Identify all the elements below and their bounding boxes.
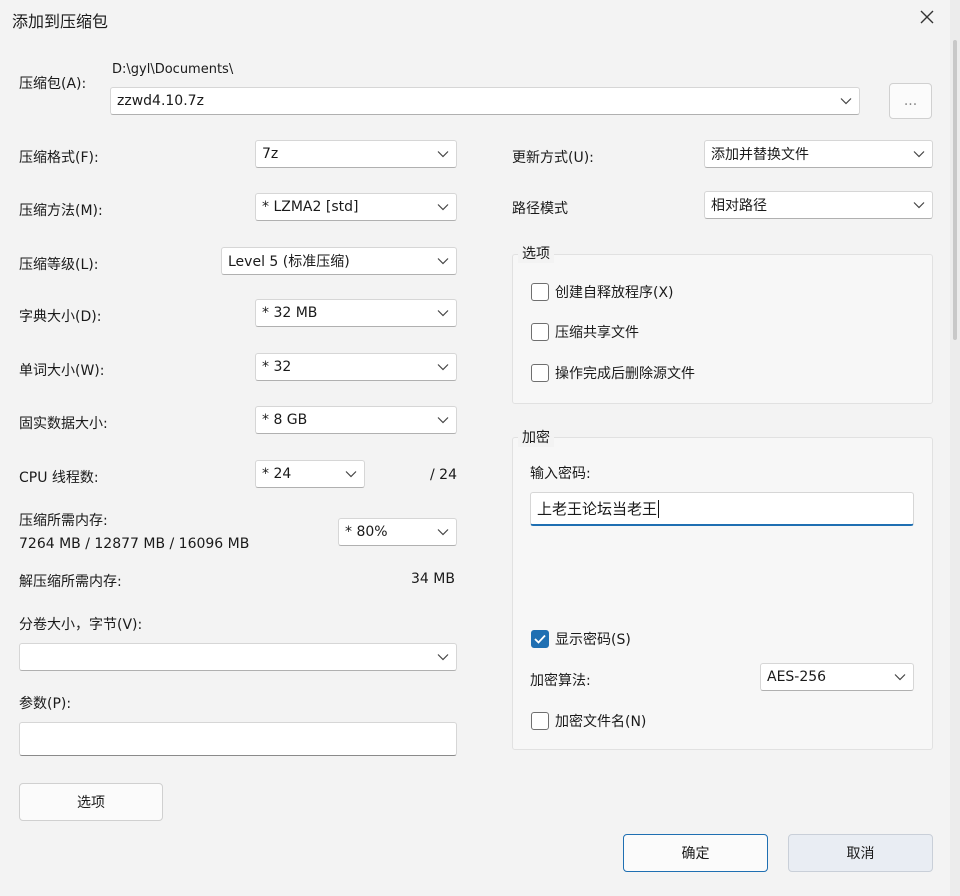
update-value: 添加并替换文件 (711, 147, 809, 163)
params-input[interactable] (19, 722, 457, 756)
chevron-down-icon[interactable] (430, 644, 456, 670)
encrypt-names-checkbox[interactable] (531, 712, 549, 730)
solid-combo[interactable]: * 8 GB (255, 406, 457, 434)
level-value: Level 5 (标准压缩) (228, 254, 350, 270)
chevron-down-icon[interactable] (833, 88, 859, 114)
shared-option[interactable]: 压缩共享文件 (531, 322, 639, 342)
path-mode-combo[interactable]: 相对路径 (704, 191, 933, 219)
archive-filename-combo[interactable]: zzwd4.10.7z (110, 87, 860, 115)
password-value[interactable]: 上老王论坛当老王 (537, 498, 657, 519)
scrollbar-thumb[interactable] (953, 40, 957, 340)
update-combo[interactable]: 添加并替换文件 (704, 140, 933, 168)
options-group-title: 选项 (518, 243, 554, 263)
format-value: 7z (262, 146, 279, 162)
mem-combo[interactable]: * 80% (338, 518, 457, 546)
sfx-label[interactable]: 创建自释放程序(X) (555, 282, 674, 302)
chevron-down-icon (430, 519, 456, 545)
delete-option[interactable]: 操作完成后删除源文件 (531, 363, 695, 383)
word-combo[interactable]: * 32 (255, 353, 457, 381)
dict-combo[interactable]: * 32 MB (255, 299, 457, 327)
archive-filename[interactable]: zzwd4.10.7z (117, 93, 833, 109)
close-button[interactable] (912, 4, 942, 30)
ok-button[interactable]: 确定 (623, 834, 768, 872)
sfx-option[interactable]: 创建自释放程序(X) (531, 282, 674, 302)
format-combo[interactable]: 7z (255, 140, 457, 168)
encrypt-names-option[interactable]: 加密文件名(N) (531, 711, 646, 731)
chevron-down-icon (430, 354, 456, 380)
params-label: 参数(P): (19, 696, 72, 712)
window-title: 添加到压缩包 (12, 12, 109, 31)
threads-value: * 24 (262, 466, 292, 482)
sfx-checkbox[interactable] (531, 283, 549, 301)
method-combo[interactable]: * LZMA2 [std] (255, 193, 457, 221)
algo-value: AES-256 (767, 669, 827, 685)
chevron-down-icon (906, 192, 932, 218)
threads-combo[interactable]: * 24 (255, 460, 365, 488)
encrypt-group-title: 加密 (518, 427, 554, 447)
delete-checkbox[interactable] (531, 364, 549, 382)
level-label: 压缩等级(L): (19, 257, 99, 273)
cancel-button[interactable]: 取消 (788, 834, 933, 872)
solid-label: 固实数据大小: (19, 416, 108, 432)
archive-label: 压缩包(A): (19, 76, 87, 92)
update-label: 更新方式(U): (512, 150, 594, 166)
shared-checkbox[interactable] (531, 323, 549, 341)
threads-label: CPU 线程数: (19, 470, 99, 486)
chevron-down-icon (887, 664, 913, 690)
chevron-down-icon (430, 248, 456, 274)
chevron-down-icon (430, 194, 456, 220)
delete-label[interactable]: 操作完成后删除源文件 (555, 363, 695, 383)
close-icon (920, 10, 934, 24)
dict-value: * 32 MB (262, 305, 318, 321)
checkmark-icon (534, 634, 546, 644)
shared-label[interactable]: 压缩共享文件 (555, 322, 639, 342)
decomp-label: 解压缩所需内存: (19, 574, 122, 590)
mem-detail: 7264 MB / 12877 MB / 16096 MB (19, 536, 250, 552)
show-password-label[interactable]: 显示密码(S) (555, 629, 631, 649)
chevron-down-icon (338, 461, 364, 487)
password-input[interactable]: 上老王论坛当老王 (530, 492, 914, 526)
chevron-down-icon (430, 141, 456, 167)
mem-value: * 80% (345, 524, 388, 540)
method-value: * LZMA2 [std] (262, 199, 359, 215)
algo-combo[interactable]: AES-256 (760, 663, 914, 691)
method-label: 压缩方法(M): (19, 203, 103, 219)
chevron-down-icon (906, 141, 932, 167)
dict-label: 字典大小(D): (19, 309, 102, 325)
word-label: 单词大小(W): (19, 363, 105, 379)
word-value: * 32 (262, 359, 292, 375)
path-mode-value: 相对路径 (711, 198, 767, 214)
encrypt-names-label[interactable]: 加密文件名(N) (555, 711, 646, 731)
archive-path: D:\gyl\Documents\ (112, 62, 234, 77)
format-label: 压缩格式(F): (19, 150, 99, 166)
encrypt-group (512, 437, 933, 750)
browse-button[interactable]: ... (889, 83, 932, 119)
threads-max: / 24 (430, 467, 457, 483)
show-password-option[interactable]: 显示密码(S) (531, 629, 631, 649)
password-label: 输入密码: (530, 466, 591, 482)
path-mode-label: 路径模式 (512, 201, 568, 217)
volume-label: 分卷大小，字节(V): (19, 617, 143, 633)
solid-value: * 8 GB (262, 412, 308, 428)
options-button[interactable]: 选项 (19, 783, 163, 821)
volume-combo[interactable] (19, 643, 457, 671)
algo-label: 加密算法: (530, 673, 591, 689)
chevron-down-icon (430, 300, 456, 326)
text-caret (658, 499, 660, 518)
show-password-checkbox[interactable] (531, 630, 549, 648)
level-combo[interactable]: Level 5 (标准压缩) (221, 247, 457, 275)
chevron-down-icon (430, 407, 456, 433)
decomp-value: 34 MB (411, 571, 455, 587)
mem-label: 压缩所需内存: (19, 513, 108, 529)
